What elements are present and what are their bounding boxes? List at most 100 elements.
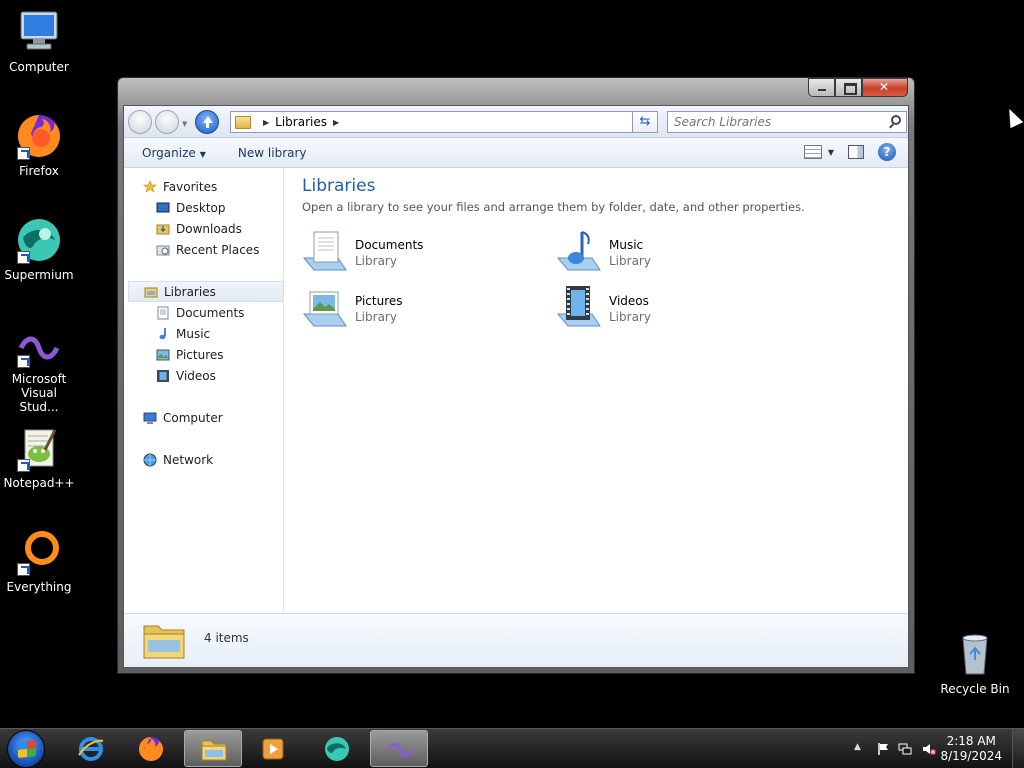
new-library-button[interactable]: New library (238, 146, 307, 160)
nav-label: Documents (176, 305, 245, 320)
nav-label: Pictures (176, 347, 224, 362)
videos-icon (157, 369, 169, 382)
item-count: 4 items (204, 631, 249, 645)
desktop-icon-notepadpp[interactable]: Notepad++ (0, 424, 78, 490)
action-center-flag-icon[interactable] (876, 742, 890, 756)
shortcut-arrow-icon (17, 459, 30, 472)
pictures-library-icon (302, 291, 347, 327)
up-button[interactable] (195, 110, 219, 134)
desktop-icon-recycle-bin[interactable]: Recycle Bin (936, 630, 1014, 696)
library-type: Library (609, 254, 651, 268)
minimize-button[interactable] (808, 78, 835, 97)
explorer-window[interactable]: ▼ ▶ Libraries ▶ ⇆ Organize▼ New library (117, 77, 915, 674)
content-pane: Libraries Open a library to see your fil… (285, 168, 908, 613)
firefox-icon (139, 737, 163, 761)
desktop-icon-label: Recycle Bin (940, 682, 1010, 696)
shortcut-arrow-icon (17, 147, 30, 160)
taskbar-firefox[interactable] (122, 730, 180, 767)
network-icon (143, 453, 157, 466)
desktop-icon-label: Computer (9, 60, 69, 74)
show-desktop-button[interactable] (1012, 729, 1024, 768)
libraries-folder-icon (143, 625, 185, 659)
libraries-folder-icon (235, 115, 251, 129)
breadcrumb-chevron-icon[interactable]: ▶ (333, 118, 339, 127)
computer-icon (15, 8, 63, 56)
desktop-icon-visual-studio[interactable]: Microsoft Visual Stud... (0, 328, 78, 414)
refresh-button[interactable]: ⇆ (632, 111, 658, 133)
nav-label: Network (163, 452, 214, 467)
breadcrumb-separator-icon: ▶ (263, 117, 270, 127)
nav-label: Favorites (163, 179, 218, 194)
desktop-icon-everything[interactable]: Everything (0, 528, 78, 594)
mouse-cursor-icon (1002, 105, 1024, 129)
recent-pages-dropdown-icon[interactable]: ▼ (182, 120, 187, 128)
page-title: Libraries (302, 176, 376, 196)
nav-computer[interactable]: Computer (143, 407, 299, 428)
search-icon[interactable] (891, 115, 901, 125)
library-tile-music[interactable]: Music Library (556, 228, 776, 276)
library-name: Pictures (355, 294, 403, 308)
nav-label: Libraries (164, 284, 216, 299)
desktop-icon (156, 202, 170, 212)
search-box[interactable] (667, 111, 907, 133)
supermium-icon (15, 216, 63, 264)
maximize-button[interactable] (835, 78, 862, 97)
change-view-button[interactable]: ▼ (803, 145, 834, 159)
taskbar-supermium[interactable] (308, 730, 366, 767)
volume-muted-icon[interactable] (922, 742, 936, 756)
close-button[interactable] (862, 78, 908, 97)
desktop-icon-firefox[interactable]: Firefox (0, 112, 78, 178)
desktop-icon-supermium[interactable]: Supermium (0, 216, 78, 282)
desktop-icon-label: Microsoft Visual Stud... (11, 372, 67, 414)
internet-explorer-icon (78, 737, 104, 761)
downloads-folder-icon (156, 224, 170, 234)
nav-favorites[interactable]: Favorites (143, 176, 299, 197)
nav-label: Computer (163, 410, 223, 425)
recent-places-icon (156, 245, 170, 255)
address-bar[interactable]: ▶ Libraries ▶ (230, 111, 658, 133)
clock-time: 2:18 AM (946, 734, 996, 748)
library-tile-videos[interactable]: Videos Library (556, 284, 776, 332)
chevron-down-icon: ▼ (827, 147, 834, 157)
clock[interactable]: 2:18 AM 8/19/2024 (940, 734, 1002, 764)
network-status-icon[interactable] (898, 742, 912, 756)
start-button[interactable] (7, 730, 45, 768)
supermium-icon (325, 737, 349, 761)
taskbar-explorer[interactable] (184, 730, 242, 767)
forward-button[interactable] (155, 110, 179, 134)
taskbar-internet-explorer[interactable] (62, 730, 120, 767)
system-tray: ▲ 2:18 AM 8/19/2024 (834, 729, 1024, 768)
library-type: Library (355, 310, 397, 324)
taskbar-visual-studio[interactable] (370, 730, 428, 767)
nav-libraries[interactable]: Libraries (128, 281, 284, 302)
recycle-bin-icon (951, 630, 999, 678)
organize-label: Organize (142, 145, 196, 160)
preview-pane-icon[interactable] (848, 145, 864, 159)
nav-network[interactable]: Network (143, 449, 299, 470)
organize-button[interactable]: Organize ▼ (142, 146, 206, 160)
window-client: ▼ ▶ Libraries ▶ ⇆ Organize▼ New library (123, 105, 909, 668)
desktop-icon-label: Notepad++ (3, 476, 75, 490)
search-input[interactable] (674, 112, 874, 132)
desktop-icon-computer[interactable]: Computer (0, 8, 78, 74)
star-icon (143, 179, 157, 192)
visual-studio-icon (387, 742, 413, 758)
library-tile-documents[interactable]: Documents Library (302, 228, 522, 276)
command-bar: Organize ▼ New library ▼ ? (124, 138, 908, 168)
firefox-icon (15, 112, 63, 160)
back-button[interactable] (128, 110, 152, 134)
desktop-icon-label: Everything (6, 580, 72, 594)
desktop-icon-label: Supermium (4, 268, 74, 282)
music-library-icon (556, 231, 601, 271)
nav-label: Downloads (176, 221, 242, 236)
explorer-folder-icon (201, 740, 227, 761)
media-player-icon (262, 738, 284, 760)
taskbar-media-player[interactable] (244, 730, 302, 767)
show-hidden-icons-icon[interactable]: ▲ (854, 742, 861, 752)
caption-buttons (808, 78, 908, 98)
clock-date: 8/19/2024 (940, 749, 1002, 763)
breadcrumb-libraries[interactable]: Libraries (275, 115, 327, 129)
help-icon[interactable]: ? (878, 143, 896, 161)
details-pane: 4 items (124, 613, 908, 667)
library-tile-pictures[interactable]: Pictures Library (302, 284, 522, 332)
